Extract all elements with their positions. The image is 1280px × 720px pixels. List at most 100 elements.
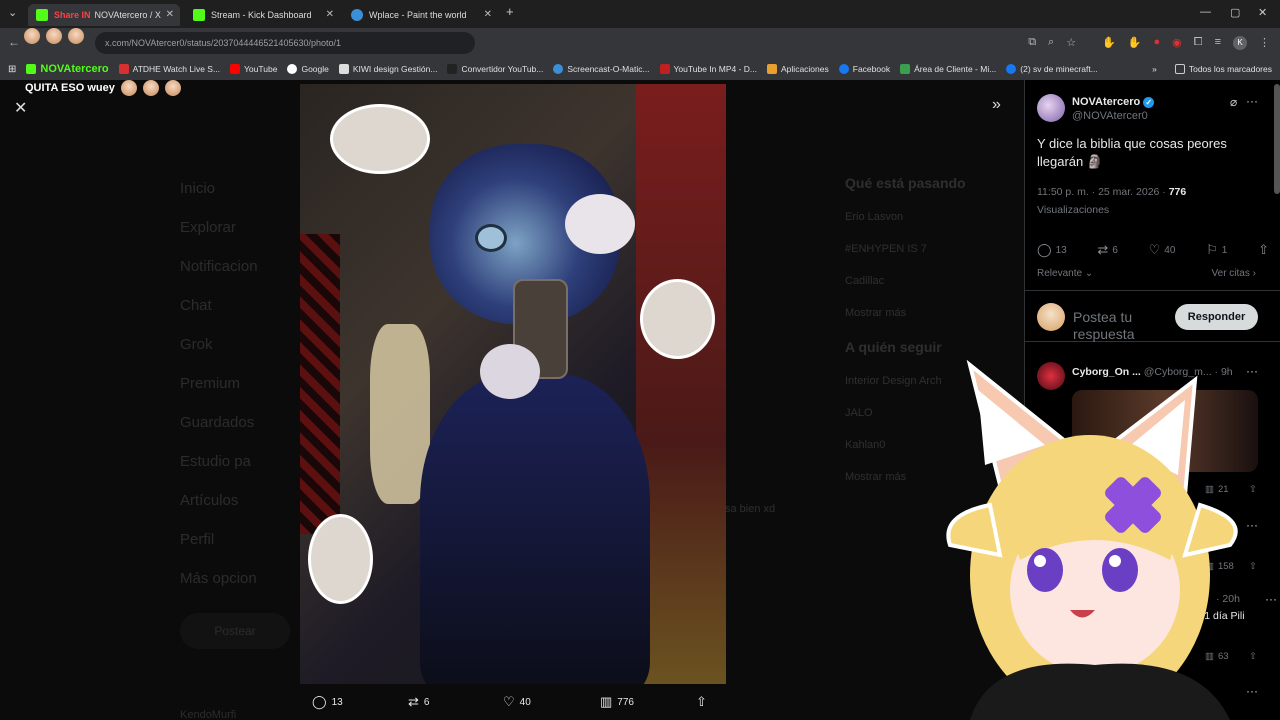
views-button[interactable]: ▥ 776	[600, 694, 634, 710]
photo-eye	[475, 224, 507, 252]
emote-icon	[164, 80, 181, 96]
nav-item: Grok	[180, 336, 213, 353]
minimize-button[interactable]: —	[1200, 6, 1211, 18]
zoom-icon[interactable]: ⌕	[1048, 36, 1054, 50]
bookmark-aplicaciones[interactable]: Aplicaciones	[767, 64, 829, 74]
tab-label: Wplace - Paint the world	[369, 10, 467, 20]
reply-submit-button[interactable]: Responder	[1175, 304, 1258, 330]
photo-checker-wall	[300, 234, 340, 534]
reply-icon: ◯	[1037, 242, 1052, 257]
bookmark-facebook[interactable]: Facebook	[838, 64, 890, 74]
vtuber-avatar	[946, 359, 1238, 720]
bookmark-atdhe[interactable]: ATDHE Watch Live S...	[118, 64, 220, 74]
nav-item: Guardados	[180, 414, 255, 431]
bookmark-screencast[interactable]: Screencast-O-Matic...	[553, 64, 650, 74]
bookmark-minecraft[interactable]: (2) sv de minecraft...	[1006, 64, 1098, 74]
puzzle-icon[interactable]: ⧠	[1194, 36, 1203, 50]
tweet-photo[interactable]	[300, 84, 726, 684]
bookmark-youtube[interactable]: YouTube	[230, 64, 277, 74]
photo-fursuit-body	[420, 374, 650, 684]
trend-item: Erio Lasvon	[845, 211, 904, 223]
bookmark-area-cliente[interactable]: Área de Cliente - Mi...	[900, 64, 996, 74]
share-button[interactable]: ⇧	[696, 694, 707, 710]
scrollbar[interactable]	[1274, 84, 1280, 194]
reply-icon: ◯	[312, 694, 327, 709]
sort-label: Relevante	[1037, 268, 1083, 279]
share-button[interactable]: ⇧	[1258, 242, 1269, 258]
youtube-icon	[230, 64, 241, 74]
cast-icon[interactable]: ⧉	[1028, 36, 1036, 50]
thumbs-up-sticker	[640, 279, 715, 359]
bookmark-google[interactable]: Google	[287, 64, 329, 74]
expand-sidebar-icon[interactable]: »	[992, 96, 1001, 114]
heart-icon: ♡	[1148, 242, 1161, 257]
display-name[interactable]: NOVAtercero ✓	[1072, 96, 1155, 108]
apps-grid-icon[interactable]: ⊞	[8, 64, 16, 75]
tab-novatercero[interactable]: Share IN NOVAtercero / X ✕	[28, 4, 180, 26]
star-icon[interactable]: ☆	[1066, 36, 1076, 50]
nav-item: Perfil	[180, 531, 215, 548]
extension-icon[interactable]: ◉	[1172, 36, 1182, 50]
bookmark-all[interactable]: Todos los marcadores	[1174, 64, 1272, 74]
close-viewer-button[interactable]: ✕	[14, 98, 27, 118]
url-input[interactable]: x.com/NOVAtercer0/status/203704444652140…	[95, 32, 475, 54]
moai-emoji-icon: 🗿	[1086, 154, 1104, 169]
repost-icon: ⇄	[408, 694, 419, 709]
like-count: 40	[519, 696, 531, 708]
avatar[interactable]	[1037, 94, 1065, 122]
repost-button[interactable]: ⇄ 6	[408, 694, 429, 710]
reply-input[interactable]: Postea tu respuesta	[1073, 309, 1163, 343]
photo-action-bar: ◯ 13 ⇄ 6 ♡ 40 ▥ 776 ⇧	[300, 690, 726, 714]
facebook-icon	[1006, 64, 1017, 74]
tweet-views-count: 776	[1168, 186, 1187, 198]
bookmark-icon: ⚐	[1206, 242, 1218, 257]
back-arrow-icon[interactable]: ←	[8, 35, 20, 49]
reading-list-icon[interactable]: ≡	[1215, 36, 1221, 50]
extension-record-icon[interactable]: ●	[1154, 36, 1161, 50]
extension-icon[interactable]: ✋	[1128, 36, 1142, 50]
bookmark-button[interactable]: ⚐ 1	[1206, 242, 1227, 258]
trend-item: Cadillac	[845, 275, 885, 287]
tab-wplace[interactable]: Wplace - Paint the world ✕	[343, 4, 498, 26]
tweet-actions: ◯ 13 ⇄ 6 ♡ 40 ⚐ 1 ⇧	[1037, 242, 1269, 258]
apps-icon	[767, 64, 778, 74]
repost-button[interactable]: ⇄ 6	[1097, 242, 1117, 258]
user-handle[interactable]: @NOVAtercer0	[1072, 110, 1148, 122]
trends-heading: Qué está pasando	[845, 175, 966, 191]
chat-message: QUITA ESO wuey	[25, 82, 115, 94]
sort-dropdown[interactable]: Relevante ⌄	[1037, 268, 1093, 279]
emote-icon	[24, 28, 40, 44]
like-button[interactable]: ♡ 40	[1149, 242, 1176, 258]
quotes-link[interactable]: Ver citas ›	[1212, 268, 1256, 279]
bookmark-youtube-mp4[interactable]: YouTube In MP4 - D...	[659, 64, 757, 74]
like-button[interactable]: ♡ 40	[503, 694, 531, 710]
bookmark-count: 1	[1221, 244, 1228, 256]
emote-icon	[142, 80, 159, 96]
stream-chat-overlay: QUITA ESO wuey	[25, 80, 181, 96]
close-icon[interactable]: ✕	[326, 9, 334, 20]
new-tab-button[interactable]: +	[506, 4, 514, 19]
tab-search-icon[interactable]: ⌄	[8, 6, 17, 19]
repost-count: 6	[1112, 244, 1118, 256]
reply-button[interactable]: ◯ 13	[312, 694, 343, 710]
trend-item: Mostrar más	[845, 307, 907, 319]
grok-icon[interactable]: ⌀	[1230, 95, 1237, 109]
close-window-button[interactable]: ✕	[1258, 6, 1267, 19]
bookmark-convertidor[interactable]: Convertidor YouTub...	[447, 64, 543, 74]
tab-kick-dashboard[interactable]: Stream - Kick Dashboard ✕	[185, 4, 340, 26]
close-icon[interactable]: ✕	[166, 9, 174, 20]
bookmark-kiwi[interactable]: KIWI design Gestión...	[338, 64, 437, 74]
menu-dots-icon[interactable]: ⋮	[1259, 36, 1270, 50]
reply-button[interactable]: ◯ 13	[1037, 242, 1067, 258]
profile-avatar[interactable]: K	[1233, 36, 1247, 50]
views-icon: ▥	[600, 694, 613, 709]
chevron-double-right-icon[interactable]: »	[1152, 64, 1157, 74]
emote-icon	[46, 28, 62, 44]
close-icon[interactable]: ✕	[484, 9, 492, 20]
more-options-icon[interactable]: ···	[1246, 94, 1258, 108]
share-icon: ⇧	[1258, 242, 1269, 257]
more-options-icon[interactable]: ···	[1265, 592, 1277, 606]
bookmark-novatercero[interactable]: NOVAtercero	[26, 63, 109, 75]
maximize-button[interactable]: ▢	[1230, 6, 1240, 19]
extension-icon[interactable]: ✋	[1102, 36, 1116, 50]
